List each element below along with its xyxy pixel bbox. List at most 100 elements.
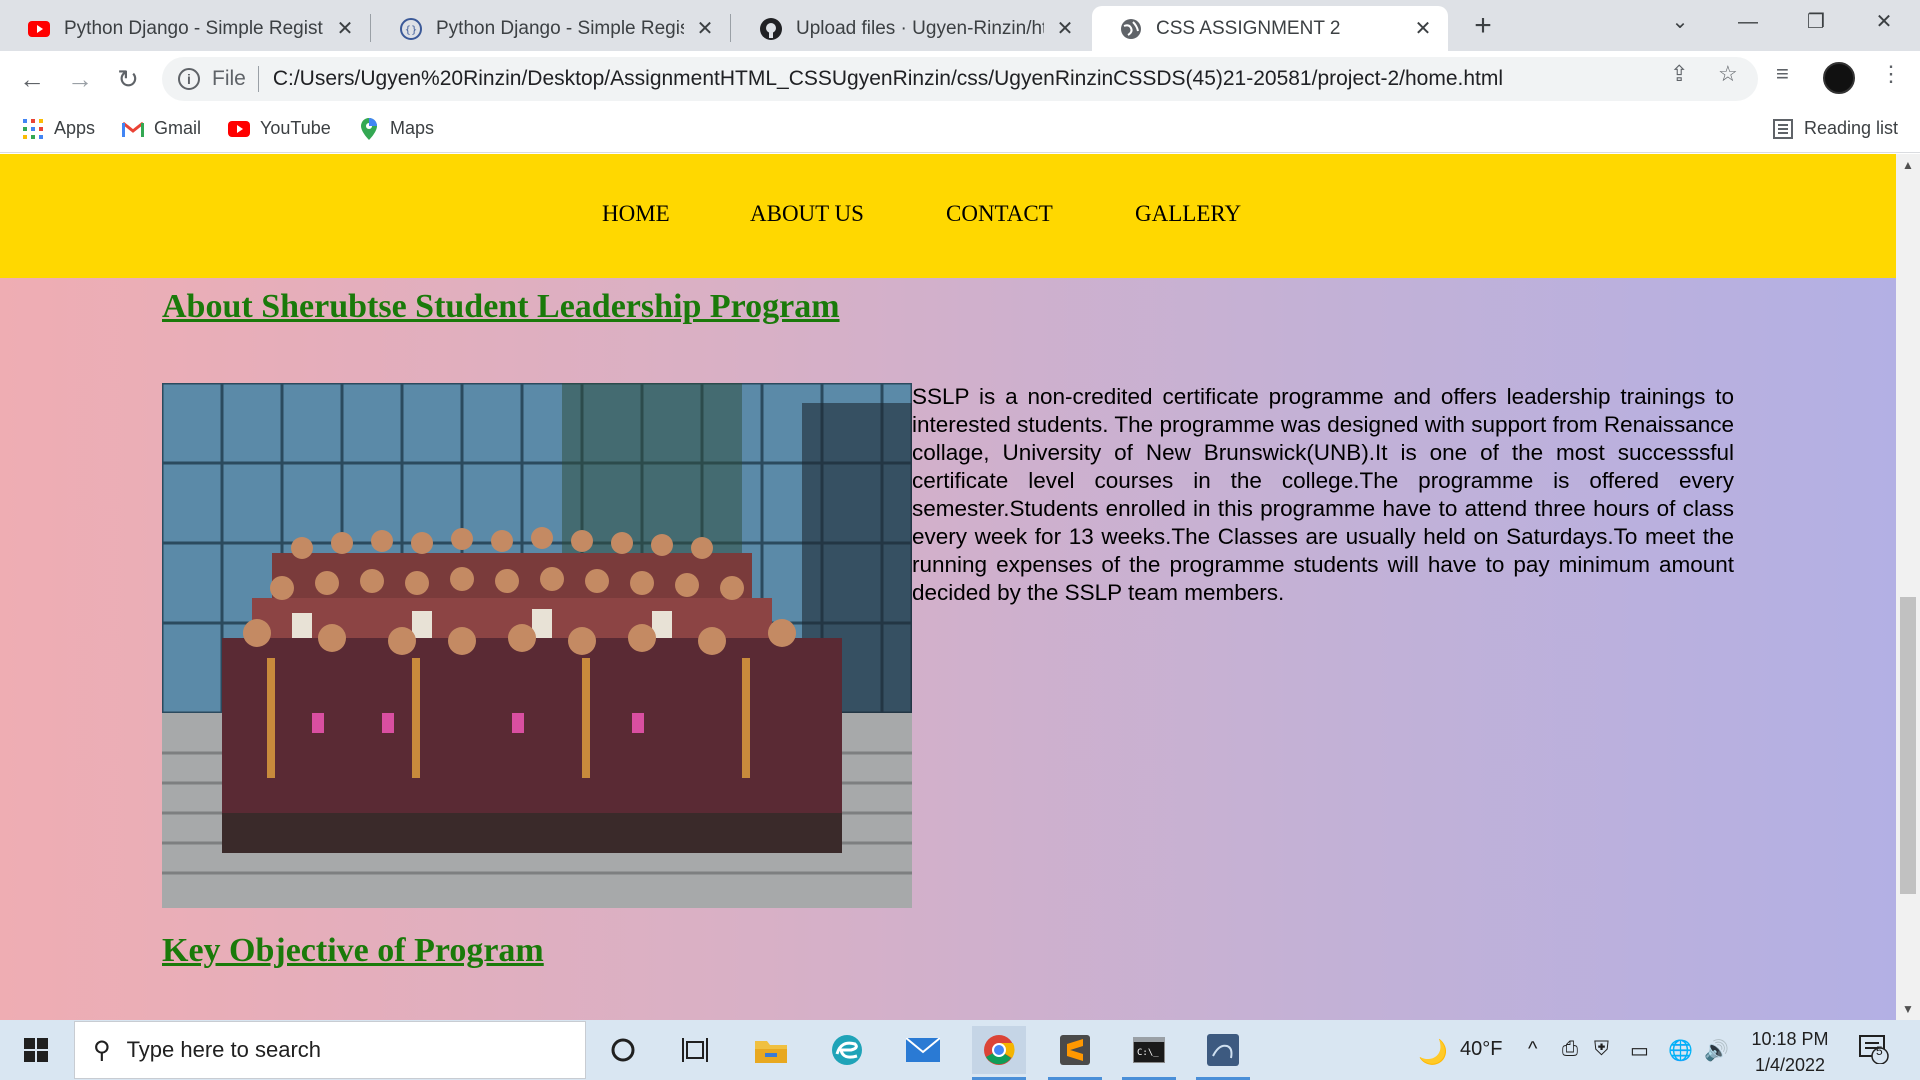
tab-3-title: Upload files · Ugyen-Rinzin/html_ <box>796 17 1044 39</box>
bookmarks-bar: Apps Gmail YouTube Maps Reading list <box>0 106 1920 153</box>
taskbar-search[interactable]: ⚲ Type here to search <box>74 1021 586 1079</box>
bookmark-label: Apps <box>54 118 96 138</box>
new-tab-button[interactable]: + <box>1466 10 1500 44</box>
clock-time: 10:18 PM <box>1751 1029 1829 1049</box>
maps-pin-icon <box>358 117 380 140</box>
windows-taskbar: ⚲ Type here to search C:\_ 🌙 40°F ^ ⎙ ⛨ … <box>0 1020 1920 1080</box>
folder-icon <box>755 1041 787 1063</box>
tab-3[interactable]: Upload files · Ugyen-Rinzin/html_ ✕ <box>732 6 1090 51</box>
search-placeholder: Type here to search <box>126 1037 322 1062</box>
nav-home[interactable]: HOME <box>602 201 670 227</box>
clock-date: 1/4/2022 <box>1754 1055 1826 1075</box>
group-photo <box>162 383 912 908</box>
tab-1[interactable]: Python Django - Simple Registrat ✕ <box>0 6 370 51</box>
reading-list-label: Reading list <box>1804 118 1899 138</box>
menu-dots-icon[interactable]: ⋮ <box>1880 61 1902 87</box>
weather-moon-icon[interactable]: 🌙 <box>1418 1038 1448 1067</box>
info-icon[interactable]: i <box>178 68 200 90</box>
address-url: C:/Users/Ugyen%20Rinzin/Desktop/Assignme… <box>272 67 1504 90</box>
address-scheme: File <box>212 67 246 90</box>
bookmark-youtube[interactable]: YouTube <box>228 118 331 139</box>
volume-icon[interactable]: 🔊 <box>1704 1038 1729 1063</box>
windows-start-button[interactable] <box>0 1020 72 1080</box>
bookmark-gmail[interactable]: Gmail <box>122 118 201 139</box>
scroll-thumb[interactable] <box>1900 597 1916 894</box>
tab-4-title: CSS ASSIGNMENT 2 <box>1156 17 1341 39</box>
edge-button[interactable] <box>820 1026 874 1074</box>
task-view-icon <box>682 1038 708 1062</box>
media-control-icon[interactable]: ≡ <box>1776 61 1789 87</box>
database-icon <box>1207 1034 1239 1066</box>
edge-icon <box>832 1035 862 1065</box>
page-heading-objective: Key Objective of Program <box>162 932 544 969</box>
globe-icon <box>1120 18 1142 40</box>
terminal-button[interactable]: C:\_ <box>1122 1026 1176 1080</box>
profile-avatar[interactable] <box>1823 62 1855 94</box>
minimize-button[interactable]: — <box>1718 0 1778 44</box>
network-globe-icon[interactable]: 🌐 <box>1668 1038 1693 1063</box>
scroll-up-arrow[interactable]: ▲ <box>1900 158 1916 172</box>
close-icon[interactable]: ✕ <box>694 16 716 41</box>
address-bar[interactable]: i File C:/Users/Ugyen%20Rinzin/Desktop/A… <box>162 57 1758 101</box>
system-clock[interactable]: 10:18 PM 1/4/2022 <box>1740 1026 1840 1078</box>
chrome-icon <box>984 1035 1015 1065</box>
share-icon[interactable]: ⇪ <box>1670 61 1688 87</box>
cortana-button[interactable] <box>596 1026 650 1074</box>
close-window-button[interactable]: ✕ <box>1854 0 1914 44</box>
github-icon <box>760 17 782 40</box>
back-button[interactable]: ← <box>12 59 52 99</box>
restore-button[interactable]: ❐ <box>1786 0 1846 44</box>
youtube-icon <box>28 18 50 40</box>
search-icon: ⚲ <box>93 1036 111 1064</box>
close-icon[interactable]: ✕ <box>1412 16 1434 41</box>
close-icon[interactable]: ✕ <box>1054 16 1076 41</box>
divider <box>257 66 259 92</box>
bookmark-star-icon[interactable]: ☆ <box>1718 61 1738 87</box>
tab-strip: Python Django - Simple Registrat ✕ {} Py… <box>0 0 1920 51</box>
tab-2[interactable]: {} Python Django - Simple Registrat ✕ <box>372 6 730 51</box>
scroll-down-arrow[interactable]: ▼ <box>1900 1002 1916 1016</box>
bookmark-label: Maps <box>390 118 435 138</box>
bookmark-label: YouTube <box>260 118 331 138</box>
forward-button[interactable]: → <box>60 59 100 99</box>
notification-center-button[interactable]: 5 <box>1858 1032 1890 1070</box>
site-navbar: HOME ABOUT US CONTACT GALLERY <box>0 154 1896 278</box>
tab-divider <box>370 14 371 42</box>
show-hidden-icons-chevron-icon[interactable]: ^ <box>1528 1038 1537 1061</box>
reading-list-button[interactable]: Reading list <box>1772 118 1898 139</box>
apps-grid-icon <box>22 118 44 139</box>
nav-gallery[interactable]: GALLERY <box>1135 201 1241 227</box>
youtube-icon <box>228 119 250 139</box>
bookmark-label: Gmail <box>154 118 202 138</box>
battery-icon[interactable]: ▭ <box>1630 1038 1649 1063</box>
mail-icon <box>906 1038 940 1062</box>
chrome-button[interactable] <box>972 1026 1026 1080</box>
mysql-workbench-button[interactable] <box>1196 1026 1250 1080</box>
tab-2-title: Python Django - Simple Registrat <box>436 17 684 39</box>
weather-temperature[interactable]: 40°F <box>1460 1038 1502 1061</box>
bookmark-maps[interactable]: Maps <box>358 117 435 140</box>
notification-icon <box>1859 1035 1889 1065</box>
file-explorer-button[interactable] <box>744 1026 798 1074</box>
tab-1-title: Python Django - Simple Registrat <box>64 17 324 39</box>
notification-count: 5 <box>1876 1044 1883 1058</box>
svg-text:C:\_: C:\_ <box>1137 1048 1159 1058</box>
terminal-icon: C:\_ <box>1133 1037 1165 1063</box>
mail-button[interactable] <box>896 1026 950 1074</box>
windows-logo-icon <box>24 1038 48 1062</box>
sublime-text-button[interactable] <box>1048 1026 1102 1080</box>
nav-contact[interactable]: CONTACT <box>946 201 1053 227</box>
bookmark-apps[interactable]: Apps <box>22 118 95 139</box>
tab-4-active[interactable]: CSS ASSIGNMENT 2 ✕ <box>1092 6 1448 51</box>
gmail-icon <box>122 119 144 139</box>
reload-button[interactable]: ↻ <box>108 59 148 99</box>
cortana-icon <box>611 1038 635 1062</box>
task-view-button[interactable] <box>668 1026 722 1074</box>
defender-icon[interactable]: ⛨ <box>1594 1038 1609 1061</box>
close-icon[interactable]: ✕ <box>334 16 356 41</box>
meet-now-icon[interactable]: ⎙ <box>1562 1038 1578 1061</box>
tab-search-icon[interactable]: ⌄ <box>1650 0 1710 44</box>
program-description: SSLP is a non-credited certificate progr… <box>912 384 1734 605</box>
nav-about-us[interactable]: ABOUT US <box>750 201 864 227</box>
sublime-icon <box>1060 1035 1090 1065</box>
